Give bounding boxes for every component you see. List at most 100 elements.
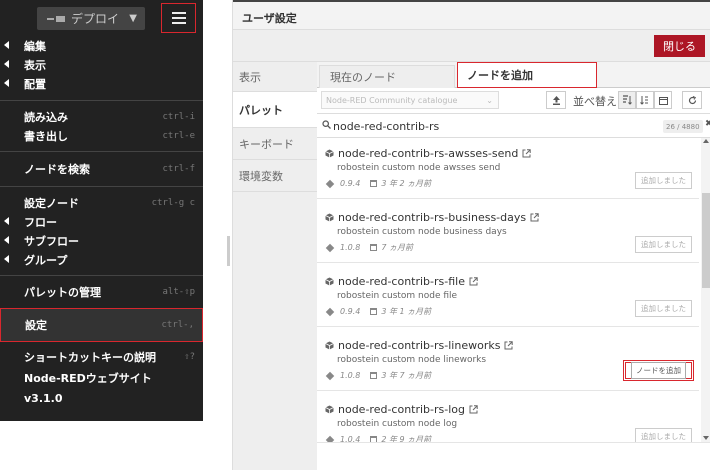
menu-shortcut: ctrl-g c (151, 197, 195, 208)
node-updated: 3 年 7 ヵ月前 (381, 371, 432, 380)
menu-item-search[interactable]: ノードを検索 ctrl-f (0, 152, 203, 186)
external-link-icon[interactable] (522, 149, 532, 158)
scroll-thumb[interactable] (702, 193, 710, 288)
node-description: robostein custom node file (337, 291, 458, 301)
list-item[interactable]: node-red-contrib-rs-business-days robost… (317, 202, 699, 263)
menu-item-website[interactable]: Node-REDウェブサイト (0, 367, 203, 388)
clear-search-icon[interactable]: ✖ (705, 119, 710, 129)
node-description: robostein custom node business days (337, 227, 507, 237)
node-updated: 3 年 2 ヵ月前 (381, 179, 432, 188)
node-name-label: node-red-contrib-rs-log (338, 403, 466, 416)
tag-icon (325, 435, 335, 442)
chevron-down-icon: ⌄ (486, 95, 493, 105)
node-version: 0.9.4 (340, 307, 361, 316)
install-label: ノードを追加 (631, 362, 686, 379)
menu-item-label: 表示 (24, 58, 46, 72)
menu-line-icon (171, 12, 186, 14)
node-list: node-red-contrib-rs-awsses-send robostei… (317, 138, 710, 442)
calendar-icon (370, 244, 378, 251)
hamburger-menu-button[interactable] (161, 3, 196, 33)
side-tab-env[interactable]: 環境変数 (233, 160, 317, 192)
menu-item-label: パレットの管理 (24, 286, 101, 299)
menu-item-config-nodes[interactable]: 設定ノード ctrl-g c (0, 193, 203, 212)
side-tab-keyboard[interactable]: キーボード (233, 128, 317, 160)
menu-item-label: ノードを検索 (24, 163, 90, 176)
catalogue-select[interactable]: Node-RED Community catalogue ⌄ (321, 91, 499, 109)
search-row: 26 / 4880 ✖ (317, 113, 710, 138)
menu-item-groups[interactable]: グループ (0, 250, 203, 269)
dialog-footer (317, 442, 710, 470)
menu-shortcut: ctrl-e (162, 130, 195, 141)
menu-item-flows[interactable]: フロー (0, 212, 203, 231)
menu-item-keyboard-shortcuts[interactable]: ショートカットキーの説明 ⇧? (0, 346, 203, 367)
scroll-up-icon[interactable] (703, 139, 709, 143)
side-tab-view[interactable]: 表示 (233, 62, 317, 92)
package-icon (325, 149, 334, 158)
sort-number-icon (640, 96, 648, 105)
node-description: robostein custom node log (337, 419, 458, 429)
installed-button: 追加しました (635, 428, 692, 442)
caret-down-icon[interactable]: ▼ (129, 13, 137, 24)
result-count-badge: 26 / 4880 (663, 120, 703, 133)
deploy-button[interactable]: デプロイ ▼ (37, 7, 145, 30)
package-icon (325, 341, 334, 350)
external-link-icon[interactable] (504, 341, 514, 350)
install-status-label: 追加しました (641, 304, 686, 313)
sort-alpha-button[interactable] (618, 91, 636, 109)
caret-left-icon (4, 217, 9, 225)
menu-item-manage-palette[interactable]: パレットの管理 alt-⇧p (0, 276, 203, 308)
scrollbar[interactable] (701, 138, 710, 442)
node-version: 1.0.8 (340, 371, 361, 380)
external-link-icon[interactable] (469, 405, 478, 414)
menu-item-export[interactable]: 書き出し ctrl-e (0, 126, 203, 145)
refresh-button[interactable] (682, 91, 702, 109)
tag-icon (325, 179, 335, 188)
screen: デプロイ ▼ 編集 表示 配置 読み込み ctrl-i 書き出し ctrl-e ノー… (0, 0, 710, 470)
menu-item-arrange[interactable]: 配置 (0, 74, 203, 93)
node-name: node-red-contrib-rs-file (325, 275, 478, 288)
tag-icon (325, 371, 335, 380)
menu-line-icon (171, 22, 186, 24)
node-name: node-red-contrib-rs-lineworks (325, 339, 514, 352)
menu-item-settings[interactable]: 設定 ctrl-, (0, 308, 203, 342)
installed-button: 追加しました (635, 236, 692, 253)
calendar-icon (370, 308, 378, 315)
node-updated: 7 ヵ月前 (381, 243, 413, 252)
header-bar: デプロイ ▼ (0, 0, 203, 36)
side-tab-palette[interactable]: パレット (233, 92, 317, 128)
close-button[interactable]: 閉じる (654, 35, 705, 57)
list-item[interactable]: node-red-contrib-rs-lineworks robostein … (317, 330, 699, 391)
tab-install[interactable]: ノードを追加 (457, 62, 597, 88)
search-input[interactable] (333, 117, 633, 135)
tab-current-nodes[interactable]: 現在のノード (319, 65, 455, 88)
node-name-label: node-red-contrib-rs-business-days (338, 211, 527, 224)
node-name: node-red-contrib-rs-awsses-send (325, 147, 532, 160)
caret-left-icon (4, 236, 9, 244)
calendar-icon (370, 180, 378, 187)
scroll-down-icon[interactable] (703, 436, 709, 440)
menu-item-import[interactable]: 読み込み ctrl-i (0, 107, 203, 126)
calendar-icon (370, 372, 378, 379)
resize-handle[interactable] (227, 236, 230, 266)
tag-icon (325, 307, 335, 316)
sort-number-button[interactable] (636, 91, 654, 109)
palette-toolbar: Node-RED Community catalogue ⌄ 並べ替え: (317, 88, 710, 113)
list-item[interactable]: node-red-contrib-rs-awsses-send robostei… (317, 138, 699, 199)
menu-item-edit[interactable]: 編集 (0, 36, 203, 55)
menu-item-view[interactable]: 表示 (0, 55, 203, 74)
upload-button[interactable] (546, 91, 566, 109)
menu-item-subflows[interactable]: サブフロー (0, 231, 203, 250)
gap (203, 0, 232, 470)
external-link-icon[interactable] (530, 213, 539, 222)
sort-alpha-icon (623, 95, 632, 105)
dialog-titlebar: ユーザ設定 (233, 0, 710, 30)
menu-item-label: フロー (24, 215, 57, 229)
dialog-title: ユーザ設定 (242, 12, 297, 25)
external-link-icon[interactable] (469, 277, 478, 286)
install-node-button[interactable]: ノードを追加 (624, 361, 693, 380)
list-item[interactable]: node-red-contrib-rs-log robostein custom… (317, 394, 699, 442)
node-meta: 0.9.4 3 年 2 ヵ月前 (325, 178, 432, 189)
menu-item-label: グループ (24, 253, 68, 267)
list-item[interactable]: node-red-contrib-rs-file robostein custo… (317, 266, 699, 327)
sort-date-button[interactable] (654, 91, 672, 109)
